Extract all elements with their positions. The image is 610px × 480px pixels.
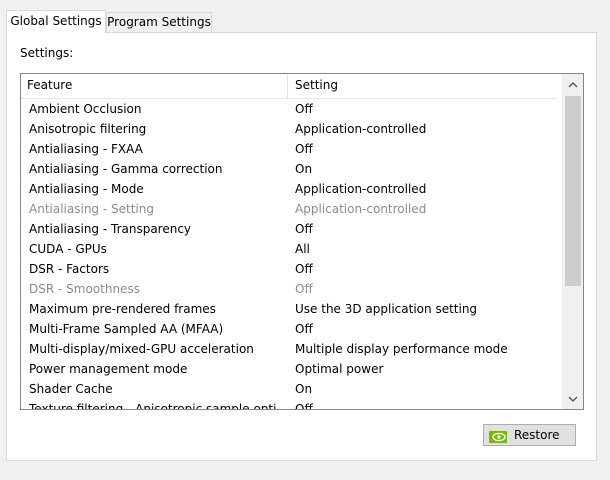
feature-cell: DSR - Factors <box>29 262 110 276</box>
setting-cell[interactable]: Application-controlled <box>295 199 426 219</box>
setting-cell[interactable]: Off <box>295 99 313 119</box>
feature-cell: Antialiasing - Setting <box>29 202 154 216</box>
global-settings-panel: Settings: Feature Setting Ambient Occlus… <box>6 32 597 461</box>
table-row[interactable]: Antialiasing - Transparency Off <box>21 219 556 239</box>
vertical-scrollbar[interactable] <box>562 74 583 409</box>
feature-cell: CUDA - GPUs <box>29 242 107 256</box>
feature-cell: Shader Cache <box>29 382 113 396</box>
feature-cell: Power management mode <box>29 362 188 376</box>
setting-cell[interactable]: Application-controlled <box>295 179 426 199</box>
feature-cell: DSR - Smoothness <box>29 282 140 296</box>
table-row[interactable]: Multi-display/mixed-GPU acceleration Mult… <box>21 339 556 359</box>
table-row[interactable]: Power management mode Optimal power <box>21 359 556 379</box>
setting-cell[interactable]: Application-controlled <box>295 119 426 139</box>
feature-cell: Antialiasing - Transparency <box>29 222 192 236</box>
feature-cell: Antialiasing - FXAA <box>29 142 143 156</box>
feature-cell: Multi-Frame Sampled AA (MFAA) <box>29 322 224 336</box>
table-row[interactable]: DSR - Factors Off <box>21 259 556 279</box>
nvidia-icon <box>489 429 507 443</box>
feature-cell: Antialiasing - Mode <box>29 182 144 196</box>
setting-cell[interactable]: Off <box>295 139 313 159</box>
listview-header: Feature Setting <box>21 74 556 99</box>
setting-cell[interactable]: On <box>295 379 312 399</box>
feature-cell: Texture filtering - Anisotropic sample o… <box>29 402 277 410</box>
table-row[interactable]: Antialiasing - Gamma correction On <box>21 159 556 179</box>
setting-cell[interactable]: Optimal power <box>295 359 383 379</box>
setting-cell[interactable]: Off <box>295 399 313 409</box>
feature-cell: Antialiasing - Gamma correction <box>29 162 223 176</box>
table-row[interactable]: Antialiasing - FXAA Off <box>21 139 556 159</box>
settings-listview[interactable]: Feature Setting Ambient Occlusion Off Anis… <box>20 73 584 410</box>
setting-cell[interactable]: Multiple display performance mode <box>295 339 508 359</box>
scroll-down-icon[interactable] <box>562 388 583 409</box>
setting-cell[interactable]: On <box>295 159 312 179</box>
table-row[interactable]: Shader Cache On <box>21 379 556 399</box>
feature-cell: Ambient Occlusion <box>29 102 142 116</box>
column-header-setting[interactable]: Setting <box>295 78 338 92</box>
table-row[interactable]: Multi-Frame Sampled AA (MFAA) Off <box>21 319 556 339</box>
tab-global-settings[interactable]: Global Settings <box>6 10 106 33</box>
scroll-up-icon[interactable] <box>562 74 583 95</box>
table-row[interactable]: DSR - Smoothness Off <box>21 279 556 299</box>
table-row[interactable]: Antialiasing - Mode Application-controlle… <box>21 179 556 199</box>
listview-rows: Ambient Occlusion Off Anisotropic filterin… <box>21 99 556 410</box>
settings-label: Settings: <box>20 46 74 60</box>
feature-cell: Multi-display/mixed-GPU acceleration <box>29 342 254 356</box>
column-header-feature[interactable]: Feature <box>27 78 72 92</box>
table-row[interactable]: Ambient Occlusion Off <box>21 99 556 119</box>
setting-cell[interactable]: Off <box>295 259 313 279</box>
setting-cell[interactable]: Off <box>295 319 313 339</box>
setting-cell[interactable]: Off <box>295 219 313 239</box>
feature-cell: Anisotropic filtering <box>29 122 147 136</box>
table-row[interactable]: Anisotropic filtering Application-control… <box>21 119 556 139</box>
setting-cell[interactable]: Use the 3D application setting <box>295 299 477 319</box>
tab-program-settings[interactable]: Program Settings <box>106 12 212 33</box>
scrollbar-thumb[interactable] <box>565 96 581 286</box>
table-row[interactable]: CUDA - GPUs All <box>21 239 556 259</box>
restore-button[interactable]: Restore <box>483 424 576 446</box>
table-row[interactable]: Antialiasing - Setting Application-contro… <box>21 199 556 219</box>
table-row[interactable]: Texture filtering - Anisotropic sample o… <box>21 399 556 410</box>
feature-cell: Maximum pre-rendered frames <box>29 302 216 316</box>
setting-cell[interactable]: All <box>295 239 310 259</box>
table-row[interactable]: Maximum pre-rendered frames Use the 3D ap… <box>21 299 556 319</box>
setting-cell[interactable]: Off <box>295 279 313 299</box>
column-divider[interactable] <box>287 74 288 98</box>
restore-button-label: Restore <box>514 428 560 442</box>
